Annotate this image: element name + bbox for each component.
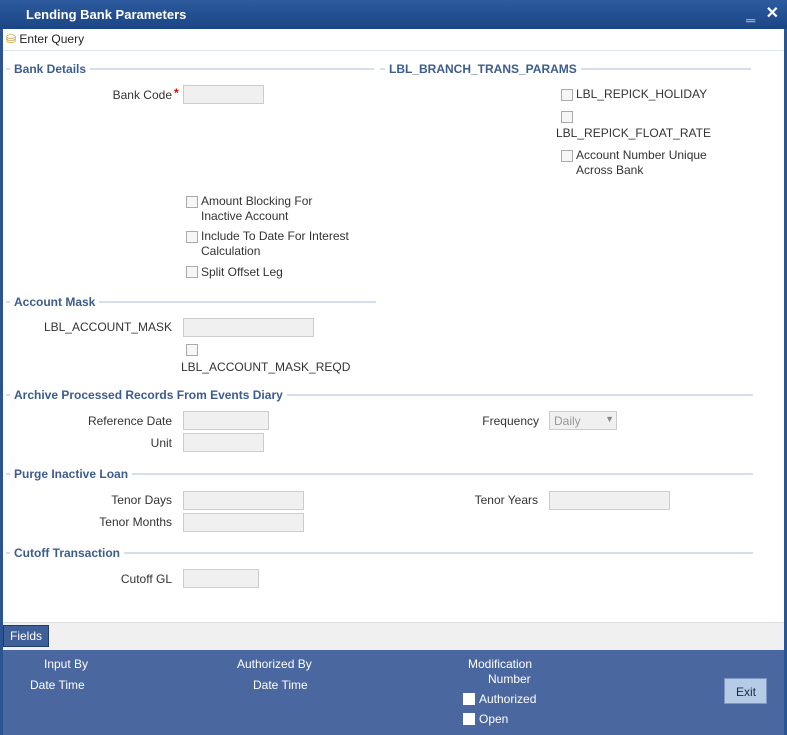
footer xyxy=(3,650,784,735)
tab-fields[interactable]: Fields xyxy=(3,625,49,647)
tenor-months-input[interactable] xyxy=(183,513,304,532)
toolbar: ⛁ Enter Query xyxy=(3,29,784,51)
section-branch-trans: LBL_BRANCH_TRANS_PARAMS xyxy=(385,62,581,76)
close-button[interactable]: ✕ xyxy=(766,5,779,22)
bank-code-input[interactable] xyxy=(183,85,264,104)
reference-date-label: Reference Date xyxy=(87,414,172,428)
number-label: Number xyxy=(488,672,531,686)
authorized-by-label: Authorized By xyxy=(237,657,312,671)
minimize-button[interactable]: ‗ xyxy=(746,5,755,22)
unit-label: Unit xyxy=(150,436,172,450)
enter-query-label: Enter Query xyxy=(19,32,85,46)
database-icon: ⛁ xyxy=(6,32,17,46)
tenor-days-input[interactable] xyxy=(183,491,304,510)
modification-label: Modification xyxy=(468,657,533,671)
section-cutoff: Cutoff Transaction xyxy=(10,546,125,560)
account-mask-label: LBL_ACCOUNT_MASK xyxy=(43,320,172,334)
frequency-label: Frequency xyxy=(482,414,539,428)
split-offset-checkbox[interactable] xyxy=(186,266,198,278)
repick-float-rate-label: LBL_REPICK_FLOAT_RATE xyxy=(556,126,711,140)
amount-blocking-label: Amount Blocking For Inactive Account xyxy=(201,194,313,223)
include-to-date-checkbox[interactable] xyxy=(186,231,198,243)
tenor-months-label: Tenor Months xyxy=(99,515,172,529)
account-unique-checkbox[interactable] xyxy=(561,150,573,162)
include-to-date-label: Include To Date For Interest Calculation xyxy=(201,229,349,258)
frequency-select[interactable]: Daily ▼ xyxy=(549,411,617,430)
amount-blocking-checkbox[interactable] xyxy=(186,196,198,208)
section-account-mask: Account Mask xyxy=(10,295,100,309)
tenor-years-label: Tenor Years xyxy=(474,493,538,507)
account-mask-reqd-checkbox[interactable] xyxy=(186,344,198,356)
repick-float-rate-checkbox[interactable] xyxy=(561,111,573,123)
reference-date-input[interactable] xyxy=(183,411,269,430)
authorized-label: Authorized xyxy=(479,692,537,706)
window-controls: ‗ ✕ xyxy=(746,3,779,23)
account-unique-label: Account Number Unique Across Bank xyxy=(576,148,707,177)
section-archive: Archive Processed Records From Events Di… xyxy=(10,388,287,402)
window-title: Lending Bank Parameters xyxy=(0,0,787,29)
account-mask-input[interactable] xyxy=(183,318,314,337)
tenor-days-label: Tenor Days xyxy=(111,493,172,507)
chevron-down-icon: ▼ xyxy=(605,414,614,424)
required-marker: * xyxy=(174,86,179,100)
section-purge: Purge Inactive Loan xyxy=(10,467,133,481)
input-by-label: Input By xyxy=(44,657,89,671)
unit-input[interactable] xyxy=(183,433,264,452)
cutoff-gl-input[interactable] xyxy=(183,569,259,588)
input-date-time-label: Date Time xyxy=(30,678,85,692)
cutoff-gl-label: Cutoff GL xyxy=(120,572,172,586)
account-mask-reqd-label: LBL_ACCOUNT_MASK_REQD xyxy=(181,360,351,374)
frequency-value: Daily xyxy=(554,414,581,428)
bank-code-label: Bank Code xyxy=(112,88,172,102)
split-offset-label: Split Offset Leg xyxy=(201,265,283,279)
auth-date-time-label: Date Time xyxy=(253,678,308,692)
authorized-checkbox[interactable] xyxy=(463,693,475,705)
enter-query-button[interactable]: ⛁ Enter Query xyxy=(6,32,84,46)
repick-holiday-label: LBL_REPICK_HOLIDAY xyxy=(576,87,708,101)
tenor-years-input[interactable] xyxy=(549,491,670,510)
section-bank-details: Bank Details xyxy=(10,62,91,76)
repick-holiday-checkbox[interactable] xyxy=(561,89,573,101)
exit-button[interactable]: Exit xyxy=(724,678,767,704)
open-checkbox[interactable] xyxy=(463,713,475,725)
tab-strip xyxy=(3,622,784,650)
open-label: Open xyxy=(479,712,509,726)
